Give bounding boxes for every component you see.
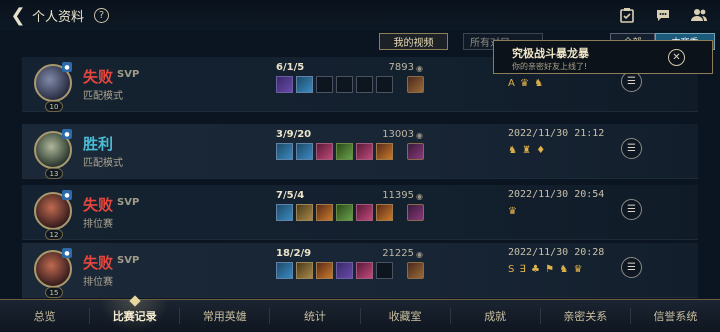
item-slot[interactable] <box>296 76 313 93</box>
kda: 6/1/5 <box>276 62 305 73</box>
details-menu-icon[interactable]: ☰ <box>621 71 642 92</box>
close-icon[interactable]: ✕ <box>668 49 685 66</box>
item-slot[interactable] <box>296 143 313 160</box>
match-result: 失败 <box>83 254 114 272</box>
trinket-slot[interactable] <box>407 143 424 160</box>
trinket-slot[interactable] <box>407 76 424 93</box>
gold-icon: ◉ <box>416 64 423 73</box>
item-build <box>276 76 424 93</box>
item-slot[interactable] <box>276 143 293 160</box>
item-build <box>276 262 424 279</box>
bottom-tab[interactable]: 收藏室 <box>361 300 450 332</box>
kda: 3/9/20 <box>276 129 312 140</box>
gold-amount: 7893 <box>388 62 414 73</box>
item-build <box>276 143 424 160</box>
item-slot[interactable] <box>376 76 393 93</box>
match-row[interactable]: ● 15 失败 SVP 排位赛 18/2/9 21225 ◉ 2022/11/30 20:28 S… <box>22 243 698 298</box>
bottom-tab[interactable]: 统计 <box>270 300 359 332</box>
champion-level: 13 <box>45 168 63 179</box>
item-slot[interactable] <box>356 76 373 93</box>
trinket-slot[interactable] <box>407 262 424 279</box>
item-slot[interactable] <box>276 204 293 221</box>
party-icon: ● <box>62 62 72 72</box>
svp-badge: SVP <box>117 255 140 266</box>
item-slot[interactable] <box>316 76 333 93</box>
svp-badge: SVP <box>117 69 140 80</box>
item-slot[interactable] <box>336 204 353 221</box>
page-title: 个人资料 <box>32 9 85 25</box>
notification-title: 究极战斗暴龙暴 <box>512 47 589 60</box>
party-icon: ● <box>62 248 72 258</box>
friends-icon[interactable] <box>690 6 708 24</box>
item-slot[interactable] <box>356 262 373 279</box>
item-slot[interactable] <box>376 143 393 160</box>
match-time: 2022/11/30 21:12 <box>508 128 605 139</box>
item-slot[interactable] <box>376 262 393 279</box>
friend-online-notification: 究极战斗暴龙暴 你的亲密好友上线了! ✕ <box>493 40 713 74</box>
item-slot[interactable] <box>376 204 393 221</box>
item-slot[interactable] <box>356 143 373 160</box>
details-menu-icon[interactable]: ☰ <box>621 257 642 278</box>
achievement-badges: S ∃ ♣ ⚑ ♞ ♛ <box>508 264 584 275</box>
details-menu-icon[interactable]: ☰ <box>621 199 642 220</box>
item-slot[interactable] <box>336 76 353 93</box>
svp-badge: SVP <box>117 197 140 208</box>
notification-subtitle: 你的亲密好友上线了! <box>512 62 588 71</box>
game-mode: 匹配模式 <box>83 91 123 102</box>
item-slot[interactable] <box>276 76 293 93</box>
item-slot[interactable] <box>296 204 313 221</box>
item-build <box>276 204 424 221</box>
task-icon[interactable] <box>618 6 636 24</box>
item-slot[interactable] <box>336 143 353 160</box>
back-arrow-icon[interactable]: ❮ <box>6 0 30 30</box>
match-time: 2022/11/30 20:54 <box>508 189 605 200</box>
details-menu-icon[interactable]: ☰ <box>621 138 642 159</box>
achievement-badges: A ♛ ♞ <box>508 78 545 89</box>
party-icon: ● <box>62 190 72 200</box>
match-row[interactable]: ● 12 失败 SVP 排位赛 7/5/4 11395 ◉ 2022/11/30 20:54 ♛ ☰ <box>22 185 698 240</box>
bottom-tab[interactable]: 亲密关系 <box>541 300 630 332</box>
kda: 7/5/4 <box>276 190 305 201</box>
item-slot[interactable] <box>276 262 293 279</box>
champion-level: 12 <box>45 229 63 240</box>
bottom-tab-bar: 总览 比赛记录 常用英雄 统计 收藏室 成就 亲密关系 信誉系统 <box>0 299 720 332</box>
match-result: 失败 <box>83 196 114 214</box>
party-icon: ● <box>62 129 72 139</box>
match-result: 失败 <box>83 68 114 86</box>
match-result: 胜利 <box>83 135 114 153</box>
champion-level: 15 <box>45 287 63 298</box>
gold-icon: ◉ <box>416 131 423 140</box>
game-mode: 匹配模式 <box>83 158 123 169</box>
kda: 18/2/9 <box>276 248 312 259</box>
achievement-badges: ♞ ♜ ♦ <box>508 145 547 156</box>
item-slot[interactable] <box>356 204 373 221</box>
item-slot[interactable] <box>316 204 333 221</box>
gold-amount: 11395 <box>382 190 414 201</box>
gold-icon: ◉ <box>416 250 423 259</box>
bottom-tab[interactable]: 成就 <box>451 300 540 332</box>
item-slot[interactable] <box>296 262 313 279</box>
help-icon[interactable]: ? <box>94 7 110 23</box>
top-bar: ❮ 个人资料 ? <box>0 0 720 30</box>
item-slot[interactable] <box>336 262 353 279</box>
gold-icon: ◉ <box>416 192 423 201</box>
match-row[interactable]: ● 13 胜利匹配模式 3/9/20 13003 ◉ 2022/11/30 21:12 ♞ ♜… <box>22 124 698 179</box>
bottom-tab[interactable]: 信誉系统 <box>631 300 720 332</box>
champion-level: 10 <box>45 101 63 112</box>
bottom-tab[interactable]: 总览 <box>0 300 89 332</box>
game-mode: 排位赛 <box>83 219 113 230</box>
item-slot[interactable] <box>316 262 333 279</box>
my-videos-button[interactable]: 我的视频 <box>379 33 448 50</box>
top-icons <box>618 6 708 24</box>
bottom-tab[interactable]: 常用英雄 <box>180 300 269 332</box>
gold-amount: 21225 <box>382 248 414 259</box>
gold-amount: 13003 <box>382 129 414 140</box>
game-mode: 排位赛 <box>83 277 113 288</box>
chat-icon[interactable] <box>654 6 672 24</box>
item-slot[interactable] <box>316 143 333 160</box>
trinket-slot[interactable] <box>407 204 424 221</box>
bottom-tab[interactable]: 比赛记录 <box>90 300 179 332</box>
match-time: 2022/11/30 20:28 <box>508 247 605 258</box>
achievement-badges: ♛ <box>508 206 518 217</box>
